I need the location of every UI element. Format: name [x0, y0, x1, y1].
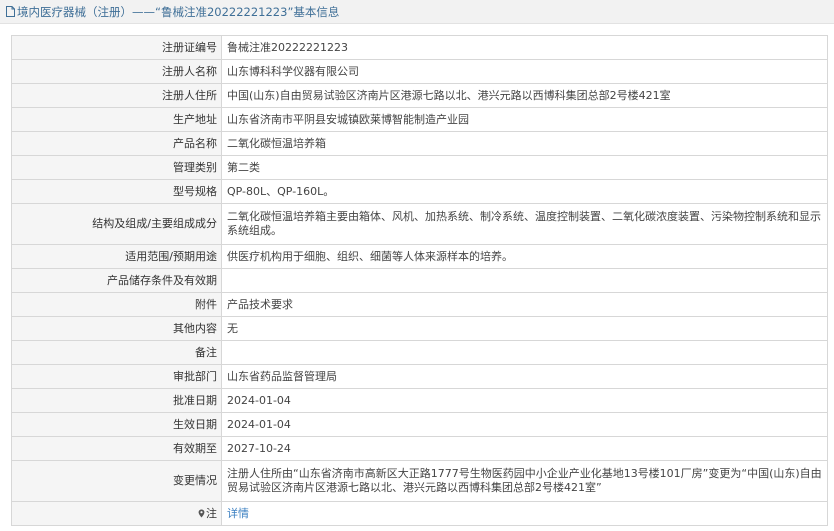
- note-value-cell: 详情: [221, 501, 828, 526]
- row-value: 2027-10-24: [221, 436, 828, 461]
- row-value: [221, 268, 828, 293]
- document-icon: [6, 6, 15, 17]
- table-row: 产品名称 二氧化碳恒温培养箱: [11, 131, 828, 156]
- row-value: 二氧化碳恒温培养箱主要由箱体、风机、加热系统、制冷系统、温度控制装置、二氧化碳浓…: [221, 203, 828, 245]
- table-row: 注册人名称 山东博科科学仪器有限公司: [11, 59, 828, 84]
- row-value: 山东博科科学仪器有限公司: [221, 59, 828, 84]
- table-row: 有效期至 2027-10-24: [11, 436, 828, 461]
- row-value: 鲁械注准20222221223: [221, 35, 828, 60]
- row-label: 产品储存条件及有效期: [11, 268, 222, 293]
- row-label: 备注: [11, 340, 222, 365]
- row-value: 无: [221, 316, 828, 341]
- row-value: 第二类: [221, 155, 828, 180]
- row-label: 其他内容: [11, 316, 222, 341]
- row-value: 山东省济南市平阴县安城镇欧莱博智能制造产业园: [221, 107, 828, 132]
- table-row: 结构及组成/主要组成成分 二氧化碳恒温培养箱主要由箱体、风机、加热系统、制冷系统…: [11, 203, 828, 245]
- page-title: 境内医疗器械（注册）——“鲁械注准20222221223”基本信息: [17, 4, 340, 19]
- row-label: 注册人名称: [11, 59, 222, 84]
- row-label: 适用范围/预期用途: [11, 244, 222, 269]
- row-label: 变更情况: [11, 460, 222, 502]
- table-row: 管理类别 第二类: [11, 155, 828, 180]
- row-value: 2024-01-04: [221, 412, 828, 437]
- detail-table: 注册证编号 鲁械注准20222221223 注册人名称 山东博科科学仪器有限公司…: [11, 35, 828, 526]
- table-row: 附件 产品技术要求: [11, 292, 828, 317]
- table-row: 备注: [11, 340, 828, 365]
- row-value: 注册人住所由“山东省济南市高新区大正路1777号生物医药园中小企业产业化基地13…: [221, 460, 828, 502]
- row-value: 产品技术要求: [221, 292, 828, 317]
- row-label: 产品名称: [11, 131, 222, 156]
- table-row: 批准日期 2024-01-04: [11, 388, 828, 413]
- row-label: 附件: [11, 292, 222, 317]
- table-row-note: 注 详情: [11, 501, 828, 526]
- note-label-cell: 注: [11, 501, 222, 526]
- table-row: 审批部门 山东省药品监督管理局: [11, 364, 828, 389]
- row-value: QP-80L、QP-160L。: [221, 179, 828, 204]
- row-value: [221, 340, 828, 365]
- row-label: 管理类别: [11, 155, 222, 180]
- row-value: 山东省药品监督管理局: [221, 364, 828, 389]
- table-row: 变更情况 注册人住所由“山东省济南市高新区大正路1777号生物医药园中小企业产业…: [11, 460, 828, 502]
- page-header: 境内医疗器械（注册）——“鲁械注准20222221223”基本信息: [0, 0, 834, 24]
- table-row: 生效日期 2024-01-04: [11, 412, 828, 437]
- row-value: 2024-01-04: [221, 388, 828, 413]
- row-label: 批准日期: [11, 388, 222, 413]
- location-pin-icon: [198, 509, 205, 517]
- row-label: 注册证编号: [11, 35, 222, 60]
- row-label: 审批部门: [11, 364, 222, 389]
- row-label: 生产地址: [11, 107, 222, 132]
- table-row: 注册证编号 鲁械注准20222221223: [11, 35, 828, 60]
- row-value: 二氧化碳恒温培养箱: [221, 131, 828, 156]
- row-value: 中国(山东)自由贸易试验区济南片区港源七路以北、港兴元路以西博科集团总部2号楼4…: [221, 83, 828, 108]
- row-label: 结构及组成/主要组成成分: [11, 203, 222, 245]
- detail-table-wrapper: 注册证编号 鲁械注准20222221223 注册人名称 山东博科科学仪器有限公司…: [11, 35, 828, 526]
- table-row: 生产地址 山东省济南市平阴县安城镇欧莱博智能制造产业园: [11, 107, 828, 132]
- row-value: 供医疗机构用于细胞、组织、细菌等人体来源样本的培养。: [221, 244, 828, 269]
- table-row: 注册人住所 中国(山东)自由贸易试验区济南片区港源七路以北、港兴元路以西博科集团…: [11, 83, 828, 108]
- table-row: 型号规格 QP-80L、QP-160L。: [11, 179, 828, 204]
- table-row: 其他内容 无: [11, 316, 828, 341]
- table-row: 产品储存条件及有效期: [11, 268, 828, 293]
- row-label: 生效日期: [11, 412, 222, 437]
- note-label: 注: [206, 506, 217, 520]
- details-link[interactable]: 详情: [227, 507, 249, 520]
- row-label: 注册人住所: [11, 83, 222, 108]
- table-row: 适用范围/预期用途 供医疗机构用于细胞、组织、细菌等人体来源样本的培养。: [11, 244, 828, 269]
- row-label: 型号规格: [11, 179, 222, 204]
- row-label: 有效期至: [11, 436, 222, 461]
